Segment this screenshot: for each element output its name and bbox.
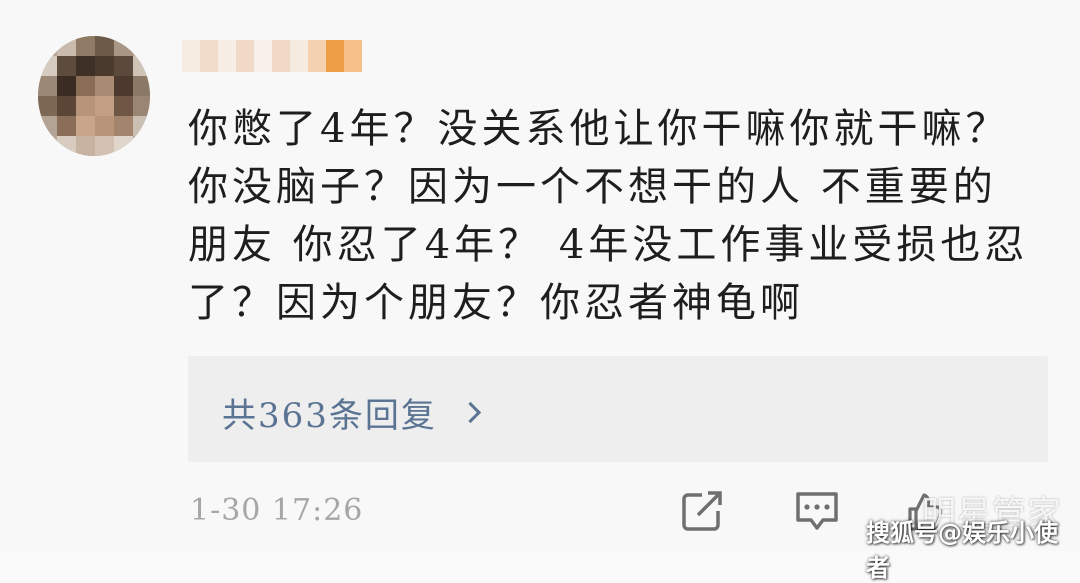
chevron-right-icon (459, 401, 482, 424)
share-button[interactable] (680, 489, 726, 537)
comment-line: 朋友 你忍了4年？ 4年没工作事业受损也忍 (188, 222, 1029, 268)
share-icon (682, 491, 722, 531)
replies-panel: 共363条回复 (188, 356, 1048, 462)
replies-count-label: 共363条回复 (222, 396, 437, 436)
comment-line: 你没脑子？因为一个不想干的人 不重要的 (188, 164, 997, 210)
comment-line: 了？因为个朋友？你忍者神龟啊 (188, 280, 804, 326)
view-replies-link[interactable]: 共363条回复 (222, 388, 482, 437)
comment-line: 你憋了4年？没关系他让你干嘛你就干嘛？ (188, 106, 1010, 152)
comment-icon (796, 492, 838, 530)
username-blurred[interactable] (182, 38, 362, 74)
watermark-source: 搜狐号@娱乐小使者 (866, 519, 1058, 582)
comment-card: 你憋了4年？没关系他让你干嘛你就干嘛？ 你没脑子？因为一个不想干的人 不重要的 … (0, 0, 1080, 582)
comment-button[interactable] (794, 489, 840, 537)
comment-timestamp: 1-30 17:26 (190, 493, 364, 528)
comment-text: 你憋了4年？没关系他让你干嘛你就干嘛？ 你没脑子？因为一个不想干的人 不重要的 … (188, 100, 1048, 332)
avatar[interactable] (38, 36, 150, 156)
